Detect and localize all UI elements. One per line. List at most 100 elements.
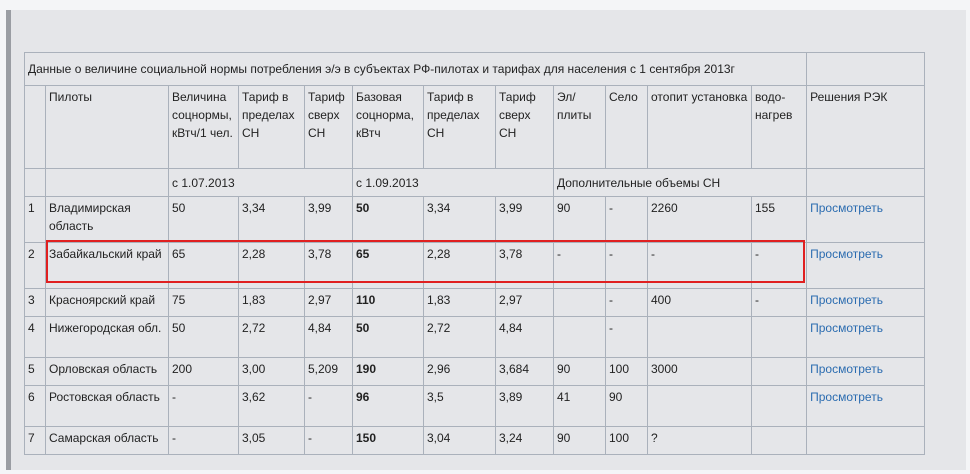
title-empty-cell bbox=[806, 52, 926, 86]
row-water-cell: 155 bbox=[750, 196, 808, 243]
row-tariff2-in-cell: 1,83 bbox=[423, 288, 496, 317]
row-tariff-in-cell: 2,72 bbox=[238, 316, 305, 358]
tariff-table: Данные о величине социальной нормы потре… bbox=[23, 52, 926, 455]
row-num-cell: 2 bbox=[24, 242, 46, 289]
header-tariff2-in: Тариф в пределах СН bbox=[423, 85, 496, 169]
row-tariff2-over-cell: 3,99 bbox=[495, 196, 554, 243]
row-base-norm-cell: 190 bbox=[352, 357, 424, 386]
row-plates-cell: 90 bbox=[553, 196, 606, 243]
row-action-cell: Просмотреть bbox=[806, 288, 926, 317]
view-link[interactable]: Просмотреть bbox=[810, 362, 883, 376]
table-title-row: Данные о величине социальной нормы потре… bbox=[23, 52, 926, 86]
table-row: 5 Орловская область 200 3,00 5,209 190 2,96 3,6… bbox=[24, 357, 926, 386]
header-village: Село bbox=[605, 85, 648, 169]
row-tariff2-over-cell: 3,684 bbox=[495, 357, 554, 386]
row-village-cell: 90 bbox=[605, 385, 648, 427]
header-water: водо-нагрев bbox=[750, 85, 808, 169]
row-norm-cell: 50 bbox=[168, 196, 239, 243]
row-village-cell: - bbox=[605, 196, 648, 243]
view-link[interactable]: Просмотреть bbox=[810, 390, 883, 404]
header-pilots: Пилоты bbox=[45, 85, 169, 169]
row-region-cell: Красноярский край bbox=[45, 288, 169, 317]
header-heating: отопит установка bbox=[647, 85, 752, 169]
row-region-cell: Нижегородская обл. bbox=[45, 316, 169, 358]
row-num-cell: 4 bbox=[24, 316, 46, 358]
row-base-norm-cell: 50 bbox=[352, 196, 424, 243]
left-accent-bar bbox=[6, 10, 11, 470]
view-link[interactable]: Просмотреть bbox=[810, 321, 883, 335]
row-heating-cell bbox=[647, 385, 752, 427]
row-tariff-in-cell: 3,00 bbox=[238, 357, 305, 386]
row-tariff2-in-cell: 2,96 bbox=[423, 357, 496, 386]
row-plates-cell: 90 bbox=[553, 426, 606, 455]
row-base-norm-cell: 65 bbox=[352, 242, 424, 289]
row-village-cell: - bbox=[605, 288, 648, 317]
row-plates-cell bbox=[553, 316, 606, 358]
row-heating-cell bbox=[647, 316, 752, 358]
row-num-cell: 6 bbox=[24, 385, 46, 427]
row-norm-cell: 75 bbox=[168, 288, 239, 317]
row-tariff2-in-cell: 3,34 bbox=[423, 196, 496, 243]
row-tariff-in-cell: 3,34 bbox=[238, 196, 305, 243]
row-water-cell bbox=[750, 316, 808, 358]
row-village-cell: - bbox=[605, 316, 648, 358]
header-num bbox=[24, 85, 46, 169]
table-row: 1 Владимирская область 50 3,34 3,99 50 3,34 3,9… bbox=[24, 196, 926, 243]
row-region-cell: Владимирская область bbox=[45, 196, 169, 243]
sub-empty-3 bbox=[806, 168, 926, 197]
row-heating-cell: ? bbox=[647, 426, 752, 455]
row-num-cell: 7 bbox=[24, 426, 46, 455]
row-tariff-over-cell: 2,97 bbox=[304, 288, 353, 317]
row-norm-cell: 50 bbox=[168, 316, 239, 358]
row-tariff-over-cell: 3,78 bbox=[304, 242, 353, 289]
row-plates-cell: 41 bbox=[553, 385, 606, 427]
sub-additional: Дополнительные объемы СН bbox=[552, 168, 808, 197]
row-water-cell: - bbox=[750, 242, 808, 289]
row-water-cell bbox=[750, 357, 808, 386]
header-plates: Эл/ плиты bbox=[553, 85, 606, 169]
row-norm-cell: - bbox=[168, 426, 239, 455]
row-num-cell: 1 bbox=[24, 196, 46, 243]
row-heating-cell: 400 bbox=[647, 288, 752, 317]
table-row: 2 Забайкальский край 65 2,28 3,78 65 2,28 3,78-… bbox=[24, 242, 926, 289]
row-tariff-in-cell: 1,83 bbox=[238, 288, 305, 317]
row-action-cell: Просмотреть bbox=[806, 242, 926, 289]
row-action-cell: Просмотреть bbox=[806, 357, 926, 386]
row-action-cell bbox=[806, 426, 926, 455]
row-heating-cell: 3000 bbox=[647, 357, 752, 386]
table-row: 6 Ростовская область -3,62-96 3,5 3,89 41 90 Пр… bbox=[24, 385, 926, 427]
sub-empty-2 bbox=[45, 168, 169, 197]
header-norm: Величина соцнормы, кВтч/1 чел. bbox=[168, 85, 239, 169]
row-tariff2-in-cell: 2,28 bbox=[423, 242, 496, 289]
row-tariff-over-cell: 4,84 bbox=[304, 316, 353, 358]
table-header-row: Пилоты Величина соцнормы, кВтч/1 чел. Та… bbox=[24, 85, 926, 169]
row-base-norm-cell: 150 bbox=[352, 426, 424, 455]
row-tariff2-over-cell: 2,97 bbox=[495, 288, 554, 317]
row-water-cell bbox=[750, 385, 808, 427]
sub-empty-1 bbox=[24, 168, 46, 197]
row-action-cell: Просмотреть bbox=[806, 196, 926, 243]
view-link[interactable]: Просмотреть bbox=[810, 247, 883, 261]
row-base-norm-cell: 110 bbox=[352, 288, 424, 317]
sub-from-1-09: с 1.09.2013 bbox=[352, 168, 554, 197]
header-tariff2-over: Тариф сверх СН bbox=[495, 85, 554, 169]
row-tariff2-in-cell: 2,72 bbox=[423, 316, 496, 358]
row-plates-cell bbox=[553, 288, 606, 317]
header-rek: Решения РЭК bbox=[806, 85, 926, 169]
row-plates-cell: 90 bbox=[553, 357, 606, 386]
row-base-norm-cell: 96 bbox=[352, 385, 424, 427]
view-link[interactable]: Просмотреть bbox=[810, 201, 883, 215]
table-subheader-row: с 1.07.2013 с 1.09.2013 Дополнительные о… bbox=[24, 168, 926, 197]
row-base-norm-cell: 50 bbox=[352, 316, 424, 358]
row-norm-cell: - bbox=[168, 385, 239, 427]
row-tariff-in-cell: 2,28 bbox=[238, 242, 305, 289]
row-norm-cell: 200 bbox=[168, 357, 239, 386]
row-region-cell: Самарская область bbox=[45, 426, 169, 455]
view-link[interactable]: Просмотреть bbox=[810, 293, 883, 307]
row-heating-cell: 2260 bbox=[647, 196, 752, 243]
row-tariff-over-cell: - bbox=[304, 385, 353, 427]
table-title: Данные о величине социальной нормы потре… bbox=[23, 52, 808, 86]
sub-from-1-07: с 1.07.2013 bbox=[168, 168, 353, 197]
row-region-cell: Ростовская область bbox=[45, 385, 169, 427]
row-tariff2-in-cell: 3,04 bbox=[423, 426, 496, 455]
